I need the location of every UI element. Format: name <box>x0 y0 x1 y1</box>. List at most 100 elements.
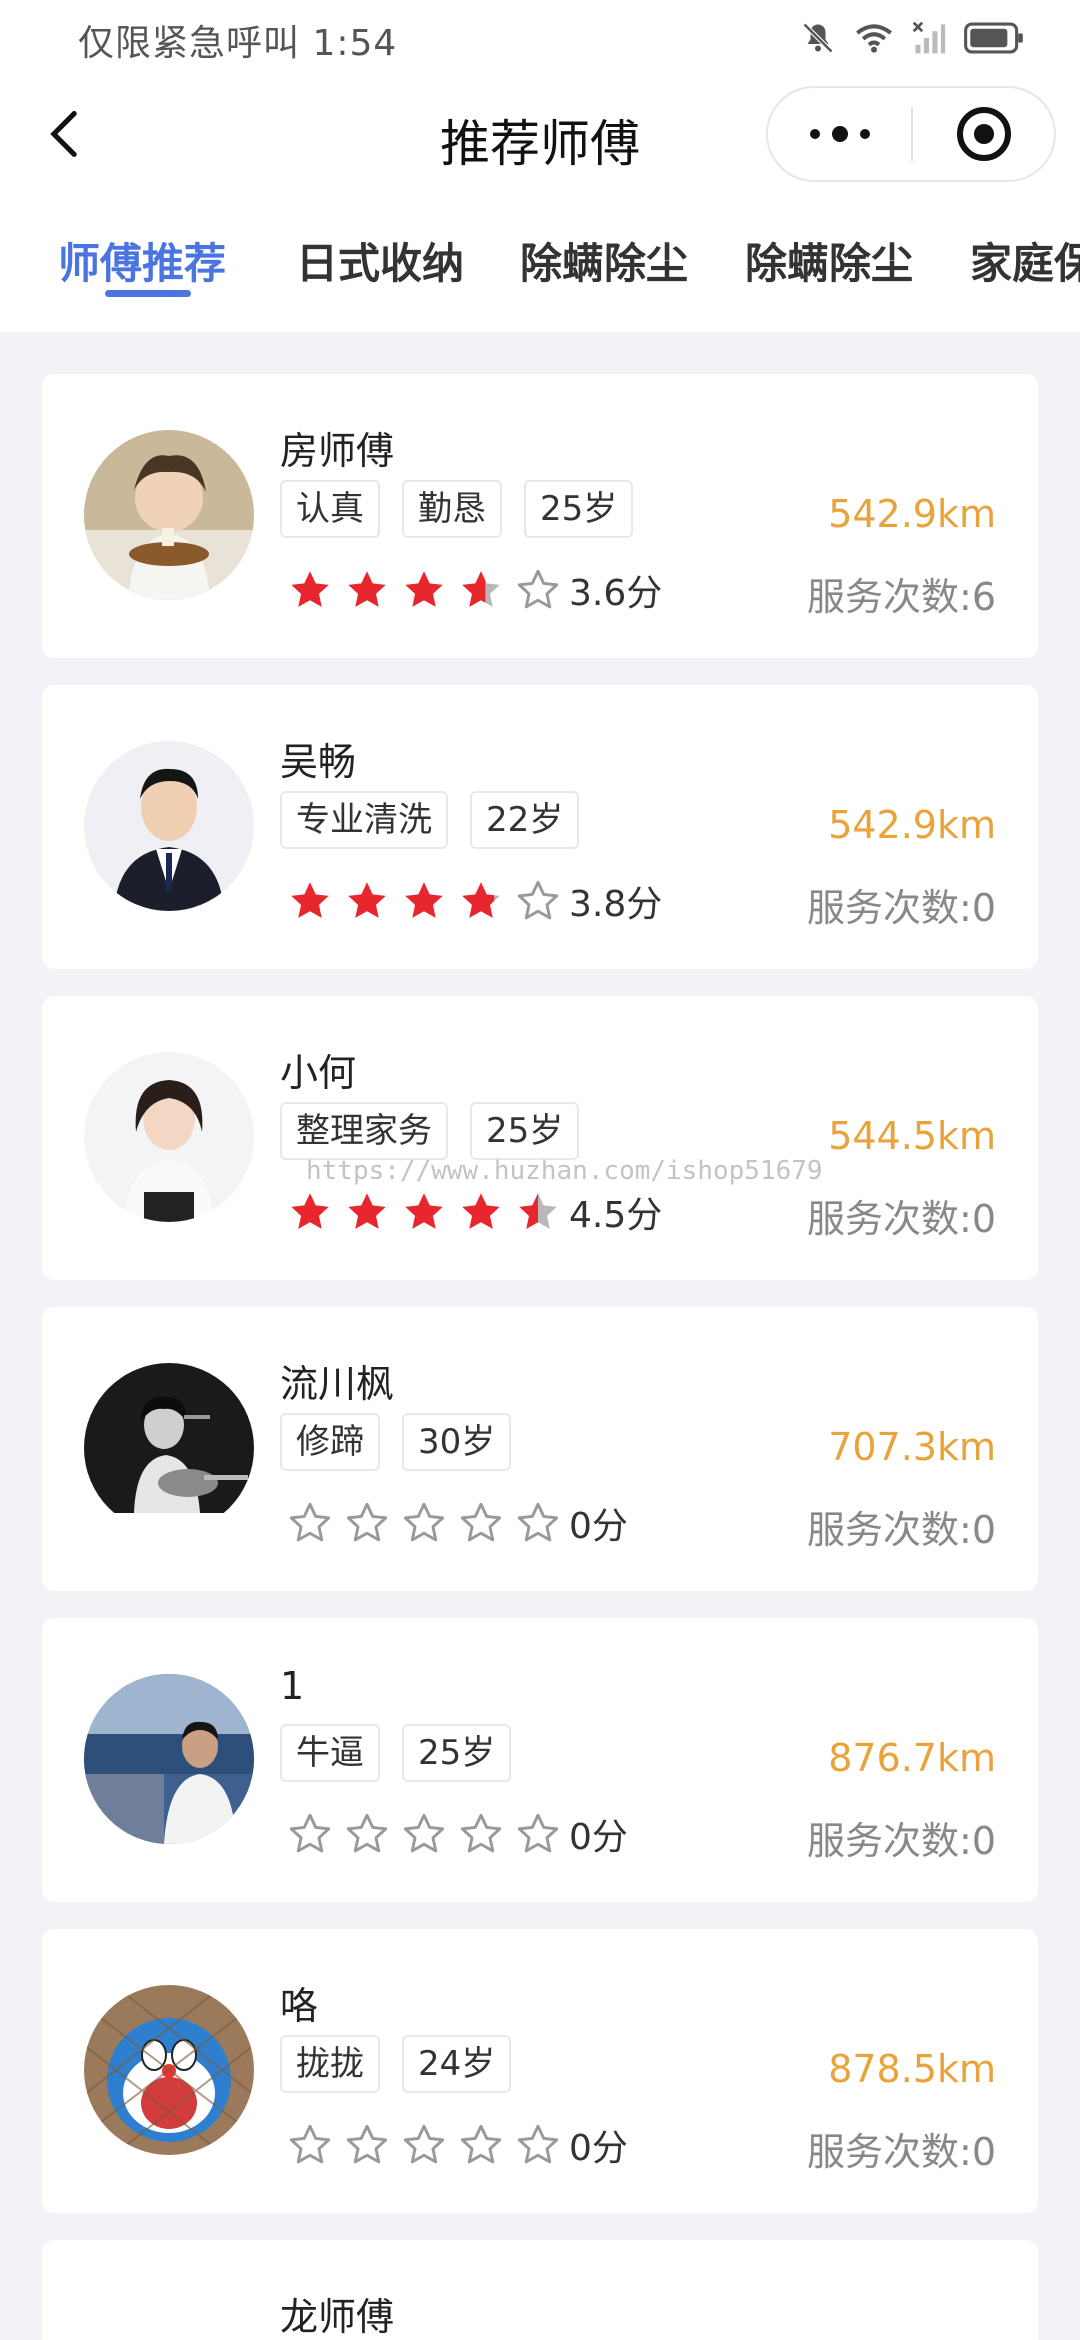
status-bar: 仅限紧急呼叫 1:54 <box>0 0 1080 76</box>
distance: 878.5km <box>828 2047 996 2091</box>
worker-tags: 修蹄 30岁 <box>280 1413 512 1471</box>
star-filled-icon <box>348 571 386 607</box>
star-empty-icon <box>460 1502 502 1542</box>
avatar <box>84 1363 254 1533</box>
star-empty-icon <box>460 2124 502 2164</box>
service-count: 服务次数:0 <box>807 1508 996 1552</box>
star-filled-icon <box>405 1193 443 1229</box>
worker-tags: 专业清洗 22岁 <box>280 791 580 849</box>
status-icons <box>800 18 1026 58</box>
star-empty-icon <box>403 1813 445 1853</box>
worker-tag: 专业清洗 <box>280 791 448 849</box>
rating-score: 3.8分 <box>569 884 663 925</box>
star-empty-icon <box>517 569 559 609</box>
worker-card[interactable]: 龙师傅 <box>42 2240 1038 2340</box>
star-empty-icon <box>289 1813 331 1853</box>
service-count: 服务次数:6 <box>807 575 996 619</box>
rating-stars: 3.8分 <box>288 875 662 927</box>
rating-score: 4.5分 <box>569 1195 663 1236</box>
distance: 544.5km <box>828 1114 996 1158</box>
rating-score: 0分 <box>569 2128 628 2169</box>
star-filled-icon <box>405 882 443 918</box>
worker-tags: 拢拢 24岁 <box>280 2035 512 2093</box>
star-empty-icon <box>346 1502 388 1542</box>
worker-tags: 认真 勤恳 25岁 <box>280 480 634 538</box>
star-filled-icon <box>462 1193 500 1229</box>
worker-tag: 22岁 <box>470 791 580 849</box>
active-tab-indicator <box>105 290 191 297</box>
service-count: 服务次数:0 <box>807 886 996 930</box>
star-empty-icon <box>460 1813 502 1853</box>
star-empty-icon <box>403 2124 445 2164</box>
status-text: 仅限紧急呼叫 1:54 <box>78 23 398 64</box>
star-empty-icon <box>517 1502 559 1542</box>
rating-score: 3.6分 <box>569 573 663 614</box>
worker-tags: 整理家务 25岁 <box>280 1102 580 1160</box>
star-empty-icon <box>289 1502 331 1542</box>
rating-score: 0分 <box>569 1817 628 1858</box>
more-button[interactable] <box>768 88 911 180</box>
avatar <box>84 430 254 600</box>
rating-stars: 0分 <box>288 2119 628 2171</box>
worker-tags: 牛逼 25岁 <box>280 1724 512 1782</box>
tab-mite-dust-removal[interactable]: 除螨除尘 <box>520 230 688 291</box>
service-count: 服务次数:0 <box>807 2130 996 2174</box>
star-filled-icon <box>462 882 500 918</box>
avatar <box>84 741 254 911</box>
star-filled-icon <box>291 882 329 918</box>
tab-japanese-storage[interactable]: 日式收纳 <box>296 230 464 291</box>
worker-tag: 拢拢 <box>280 2035 380 2093</box>
battery-icon <box>964 22 1023 54</box>
service-count: 服务次数:0 <box>807 1819 996 1863</box>
star-filled-icon <box>348 882 386 918</box>
star-filled-icon <box>291 1193 329 1229</box>
close-miniprogram-button[interactable] <box>913 88 1054 180</box>
star-empty-icon <box>517 1813 559 1853</box>
wifi-icon <box>856 24 892 53</box>
star-empty-icon <box>289 2124 331 2164</box>
worker-card[interactable]: 吴畅 专业清洗 22岁 3.8分 542.9km 服务次数:0 <box>42 685 1038 969</box>
more-dots-icon <box>809 126 870 142</box>
star-empty-icon <box>346 2124 388 2164</box>
star-filled-icon <box>519 1193 557 1229</box>
distance: 876.7km <box>828 1736 996 1780</box>
rating-stars: 0分 <box>288 1497 628 1549</box>
worker-card[interactable]: 小何 整理家务 25岁 4.5分 544.5km 服务次数:0 <box>42 996 1038 1280</box>
distance: 542.9km <box>828 492 996 536</box>
tab-recommended[interactable]: 师傅推荐 <box>58 230 226 291</box>
tab-home-care[interactable]: 家庭保 <box>970 230 1080 291</box>
service-count: 服务次数:0 <box>807 1197 996 1241</box>
star-empty-icon <box>517 880 559 920</box>
worker-name: 房师傅 <box>280 429 395 473</box>
worker-card[interactable]: 咯 拢拢 24岁 0分 878.5km 服务次数:0 <box>42 1929 1038 2213</box>
star-empty-icon <box>403 1502 445 1542</box>
star-filled-icon <box>405 571 443 607</box>
worker-name: 小何 <box>280 1051 357 1095</box>
rating-stars: 0分 <box>288 1808 628 1860</box>
worker-card[interactable]: 流川枫 修蹄 30岁 0分 707.3km 服务次数:0 <box>42 1307 1038 1591</box>
mini-program-capsule <box>766 86 1056 182</box>
worker-name: 流川枫 <box>280 1362 395 1406</box>
star-filled-icon <box>291 571 329 607</box>
tab-mite-dust-removal-2[interactable]: 除螨除尘 <box>745 230 913 291</box>
avatar <box>84 1052 254 1222</box>
star-empty-icon <box>517 2124 559 2164</box>
worker-tag: 25岁 <box>402 1724 512 1782</box>
mute-bell-icon <box>802 22 834 54</box>
rating-stars: 4.5分 <box>288 1186 662 1238</box>
worker-card[interactable]: 1 牛逼 25岁 0分 876.7km 服务次数:0 <box>42 1618 1038 1902</box>
worker-card[interactable]: 房师傅 认真 勤恳 25岁 3.6分 542.9km 服务次数:6 <box>42 374 1038 658</box>
worker-tag: 25岁 <box>524 480 634 538</box>
worker-name: 吴畅 <box>280 740 357 784</box>
worker-name: 1 <box>280 1664 305 1708</box>
worker-tag: 牛逼 <box>280 1724 380 1782</box>
rating-stars: 3.6分 <box>288 564 662 616</box>
worker-name: 龙师傅 <box>280 2295 395 2339</box>
star-filled-icon <box>348 1193 386 1229</box>
worker-tag: 认真 <box>280 480 380 538</box>
distance: 707.3km <box>828 1425 996 1469</box>
worker-tag: 24岁 <box>402 2035 512 2093</box>
category-tabs: 师傅推荐 日式收纳 除螨除尘 除螨除尘 家庭保 <box>0 200 1080 332</box>
signal-icon <box>912 21 946 54</box>
star-filled-icon <box>462 571 500 607</box>
